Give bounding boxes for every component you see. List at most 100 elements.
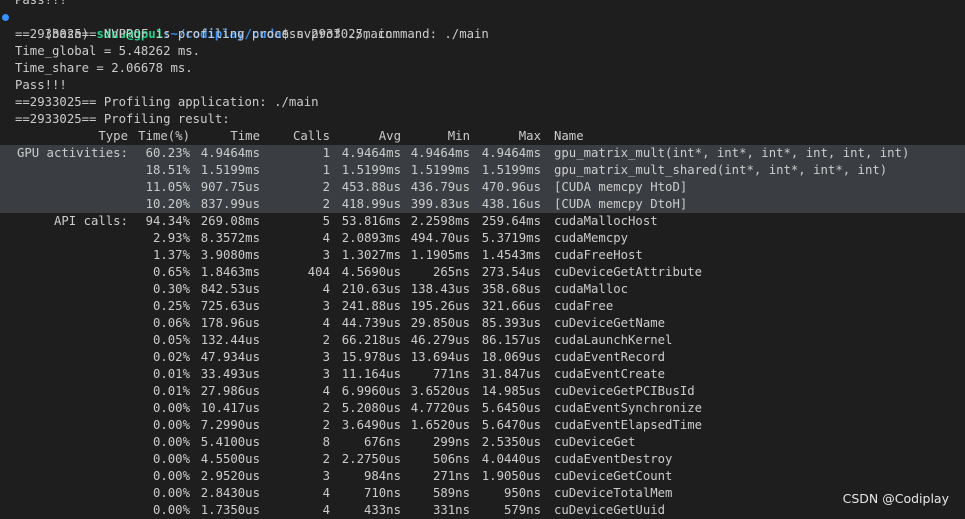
table-row: 0.00% 4.5500us 2 2.2750us 506ns 4.0440us cudaE… [0, 451, 965, 468]
cell-avg: 1.3027ms [341, 248, 401, 262]
cell-pct: 0.00% [152, 486, 190, 500]
table-row: 0.00% 2.8430us 4 710ns 589ns 950ns cuDeviceTot… [0, 485, 965, 502]
column-header-calls: Calls [292, 129, 330, 143]
cell-pct: 0.30% [152, 282, 190, 296]
cell-max: 470.96us [481, 180, 541, 194]
cell-calls: 2 [322, 452, 330, 466]
table-row: 0.00% 2.9520us 3 984ns 271ns 1.9050us cuDevice… [0, 468, 965, 485]
cell-max: 5.6470us [481, 418, 541, 432]
cell-calls: 2 [322, 180, 330, 194]
cell-time: 178.96us [200, 316, 260, 330]
cell-name: cuDeviceTotalMem [554, 486, 673, 500]
cell-avg: 1.5199ms [341, 163, 401, 177]
cell-pct: 0.00% [152, 418, 190, 432]
cell-avg: 984ns [363, 469, 401, 483]
cell-max: 438.16us [481, 197, 541, 211]
cell-pct: 0.01% [152, 367, 190, 381]
cell-avg: 15.978us [341, 350, 401, 364]
cell-min: 2.2598ms [410, 214, 470, 228]
cell-type: API calls: [53, 214, 128, 228]
cell-calls: 2 [322, 197, 330, 211]
cell-name: cudaEventSynchronize [554, 401, 703, 415]
cell-min: 138.43us [410, 282, 470, 296]
cell-time: 5.4100us [200, 435, 260, 449]
cell-name: cuDeviceGetUuid [554, 503, 666, 517]
cell-pct: 0.00% [152, 469, 190, 483]
cell-name: cuDeviceGetName [554, 316, 666, 330]
cell-time: 27.986us [200, 384, 260, 398]
table-row: 0.65% 1.8463ms 404 4.5690us 265ns 273.54us cuD… [0, 264, 965, 281]
cell-max: 5.3719ms [481, 231, 541, 245]
cell-min: 13.694us [410, 350, 470, 364]
table-row: 0.00% 7.2990us 2 3.6490us 1.6520us 5.6470us cu… [0, 417, 965, 434]
table-row: 2.93% 8.3572ms 4 2.0893ms 494.70us 5.3719ms cu… [0, 230, 965, 247]
cell-min: 331ns [432, 503, 470, 517]
output-line: ==2933025== Profiling result: [15, 112, 230, 126]
column-header-name: Name [554, 129, 584, 143]
cell-max: 5.6450us [481, 401, 541, 415]
cell-time: 3.9080ms [200, 248, 260, 262]
cell-name: gpu_matrix_mult_shared(int*, int*, int*,… [554, 163, 888, 177]
cell-time: 1.8463ms [200, 265, 260, 279]
table-row: 10.20% 837.99us 2 418.99us 399.83us 438.16us [… [0, 196, 965, 213]
cell-avg: 66.218us [341, 333, 401, 347]
cell-max: 950ns [503, 486, 541, 500]
table-row: 0.06% 178.96us 4 44.739us 29.850us 85.393us cu… [0, 315, 965, 332]
cell-name: cudaMemcpy [554, 231, 629, 245]
cell-calls: 1 [322, 163, 330, 177]
cell-max: 18.069us [481, 350, 541, 364]
cell-calls: 1 [322, 146, 330, 160]
cell-calls: 5 [322, 214, 330, 228]
cell-min: 1.1905ms [410, 248, 470, 262]
cell-name: cudaEventCreate [554, 367, 666, 381]
cell-max: 1.9050us [481, 469, 541, 483]
cell-calls: 4 [322, 486, 330, 500]
terminal-output[interactable]: Pass!!! (base) sdnu@gpu1:~/codiplay/cuda… [0, 0, 965, 519]
cell-avg: 676ns [363, 435, 401, 449]
cell-time: 47.934us [200, 350, 260, 364]
cell-time: 1.5199ms [200, 163, 260, 177]
cell-min: 271ns [432, 469, 470, 483]
cell-avg: 3.6490us [341, 418, 401, 432]
column-header-type: Type [98, 129, 128, 143]
cell-pct: 0.02% [152, 350, 190, 364]
profiling-result-table: Type Time(%) Time Calls Avg Min Max Name GPU act… [0, 128, 965, 519]
cell-name: cudaEventRecord [554, 350, 666, 364]
cell-min: 46.279us [410, 333, 470, 347]
command-decoration-icon[interactable] [2, 14, 9, 21]
cell-avg: 710ns [363, 486, 401, 500]
table-row: 1.37% 3.9080ms 3 1.3027ms 1.1905ms 1.4543ms cu… [0, 247, 965, 264]
output-line: Pass!!! [15, 0, 67, 7]
cell-min: 771ns [432, 367, 470, 381]
cell-max: 1.4543ms [481, 248, 541, 262]
cell-name: cudaMallocHost [554, 214, 658, 228]
cell-calls: 3 [322, 248, 330, 262]
prompt-line: (base) sdnu@gpu1:~/codiplay/cuda$ nvprof… [0, 9, 965, 41]
cell-name: [CUDA memcpy HtoD] [554, 180, 688, 194]
output-line: Time_global = 5.48262 ms. [15, 44, 201, 58]
cell-pct: 60.23% [145, 146, 190, 160]
cell-avg: 44.739us [341, 316, 401, 330]
cell-max: 2.5350us [481, 435, 541, 449]
cell-max: 358.68us [481, 282, 541, 296]
cell-calls: 404 [307, 265, 330, 279]
table-row: 0.30% 842.53us 4 210.63us 138.43us 358.68us cu… [0, 281, 965, 298]
cell-pct: 18.51% [145, 163, 190, 177]
column-header-time: Time [230, 129, 260, 143]
cell-pct: 0.00% [152, 503, 190, 517]
cell-max: 86.157us [481, 333, 541, 347]
cell-calls: 3 [322, 299, 330, 313]
cell-max: 85.393us [481, 316, 541, 330]
cell-avg: 433ns [363, 503, 401, 517]
cell-pct: 0.00% [152, 401, 190, 415]
cell-time: 842.53us [200, 282, 260, 296]
cell-pct: 0.05% [152, 333, 190, 347]
cell-min: 195.26us [410, 299, 470, 313]
cell-max: 4.0440us [481, 452, 541, 466]
table-row: 18.51% 1.5199ms 1 1.5199ms 1.5199ms 1.5199ms g… [0, 162, 965, 179]
cell-calls: 3 [322, 367, 330, 381]
cell-avg: 5.2080us [341, 401, 401, 415]
cell-min: 299ns [432, 435, 470, 449]
cell-time: 2.9520us [200, 469, 260, 483]
cell-calls: 2 [322, 333, 330, 347]
